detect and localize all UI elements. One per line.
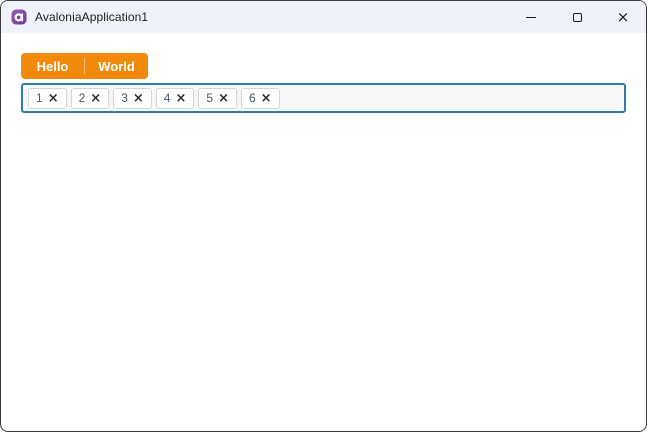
chip-label: 6 [248, 91, 256, 105]
titlebar-left: AvaloniaApplication1 [1, 9, 148, 25]
window-title: AvaloniaApplication1 [35, 10, 149, 24]
close-icon: × [616, 7, 630, 26]
world-button[interactable]: World [85, 53, 148, 79]
chip-label: 5 [206, 91, 214, 105]
hello-world-split-button: Hello World [21, 53, 148, 79]
tag-input-container[interactable]: 1 × 2 × 3 × 4 × 5 × 6 × [21, 83, 626, 113]
window-controls: × [508, 1, 646, 33]
chip-close-icon[interactable]: × [175, 92, 186, 105]
chip-label: 4 [163, 91, 171, 105]
tag-chip: 2 × [70, 87, 110, 109]
chip-label: 3 [121, 91, 128, 105]
hello-button[interactable]: Hello [21, 53, 84, 79]
minimize-icon [526, 16, 536, 18]
tag-chip: 6 × [240, 87, 280, 109]
app-window: AvaloniaApplication1 × Hello World 1 × 2… [0, 0, 647, 432]
tag-chip: 5 × [198, 87, 237, 109]
chip-close-icon[interactable]: × [261, 92, 272, 105]
close-button[interactable]: × [600, 1, 646, 33]
window-content: Hello World 1 × 2 × 3 × 4 × 5 × 6 × [1, 33, 646, 113]
maximize-icon [572, 12, 582, 22]
chip-label: 2 [78, 91, 86, 105]
chip-close-icon[interactable]: × [218, 92, 229, 105]
maximize-button[interactable] [554, 1, 600, 33]
minimize-button[interactable] [508, 1, 554, 33]
tag-chip: 4 × [155, 87, 195, 109]
chip-label: 1 [36, 91, 43, 105]
avalonia-logo-icon [11, 9, 27, 25]
tag-chip: 3 × [113, 87, 152, 109]
chip-close-icon[interactable]: × [90, 92, 101, 105]
titlebar: AvaloniaApplication1 × [1, 1, 646, 33]
chip-close-icon[interactable]: × [48, 92, 59, 105]
tag-chip: 1 × [28, 87, 67, 109]
chip-close-icon[interactable]: × [133, 92, 144, 105]
